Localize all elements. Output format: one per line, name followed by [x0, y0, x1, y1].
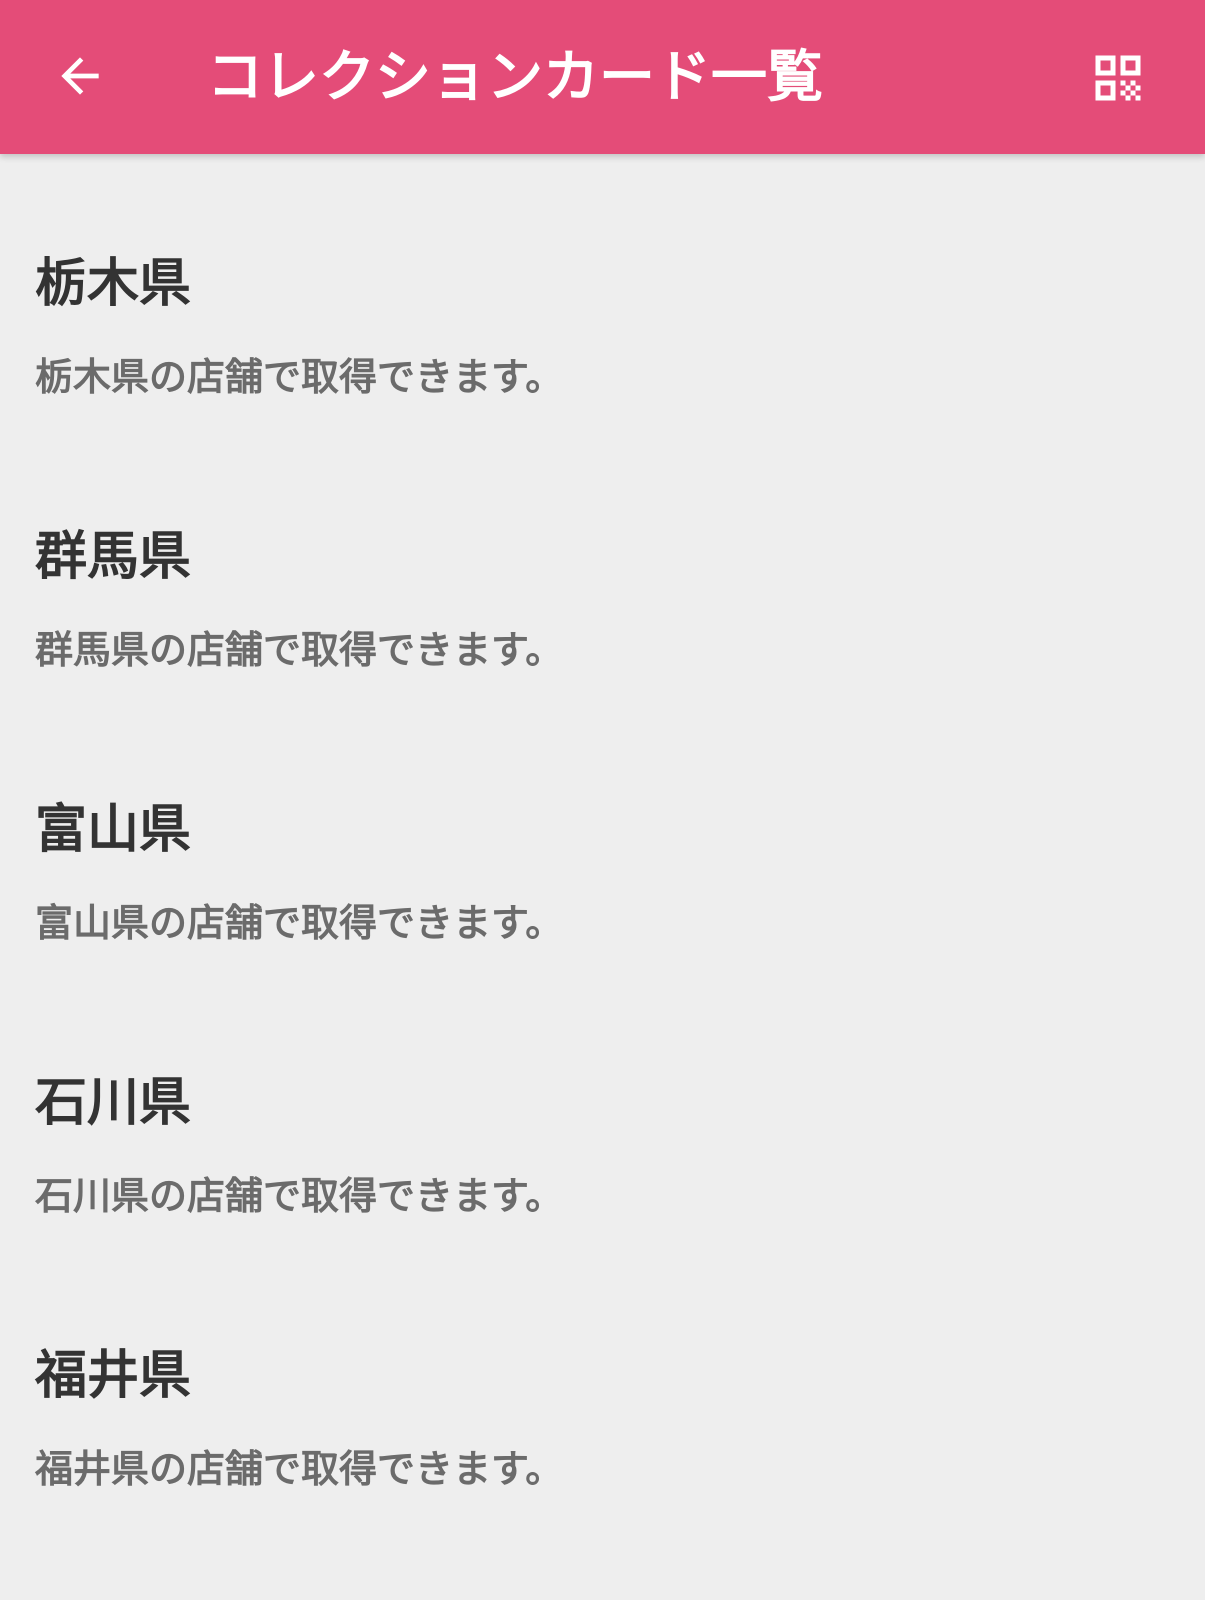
app-bar: コレクションカード一覧	[0, 0, 1205, 154]
card-title: 石川県	[35, 1073, 192, 1133]
card-description: 富山県の店舗で取得できます。	[35, 901, 564, 945]
list-item[interactable]: 福井県 福井県の店舗で取得できます。	[0, 1246, 1205, 1519]
qr-code-button[interactable]	[1080, 40, 1156, 116]
list-item[interactable]: 石川県 石川県の店舗で取得できます。	[0, 973, 1205, 1246]
card-title: 福井県	[35, 1346, 192, 1406]
list-item[interactable]: 富山県 富山県の店舗で取得できます。	[0, 700, 1205, 973]
card-title: 富山県	[35, 800, 192, 860]
card-list: 栃木県 栃木県の店舗で取得できます。 群馬県 群馬県の店舗で取得できます。 富山…	[0, 154, 1205, 1519]
card-description: 栃木県の店舗で取得できます。	[35, 355, 564, 399]
back-button[interactable]	[40, 36, 120, 116]
card-title: 群馬県	[35, 527, 192, 587]
qr-code-icon	[1095, 55, 1141, 101]
card-description: 石川県の店舗で取得できます。	[35, 1174, 564, 1218]
arrow-left-icon	[61, 57, 99, 95]
list-item[interactable]: 栃木県 栃木県の店舗で取得できます。	[0, 154, 1205, 427]
card-description: 群馬県の店舗で取得できます。	[35, 628, 564, 672]
card-title: 栃木県	[35, 254, 192, 314]
list-item[interactable]: 群馬県 群馬県の店舗で取得できます。	[0, 427, 1205, 700]
page-title: コレクションカード一覧	[207, 45, 823, 110]
card-description: 福井県の店舗で取得できます。	[35, 1447, 564, 1491]
